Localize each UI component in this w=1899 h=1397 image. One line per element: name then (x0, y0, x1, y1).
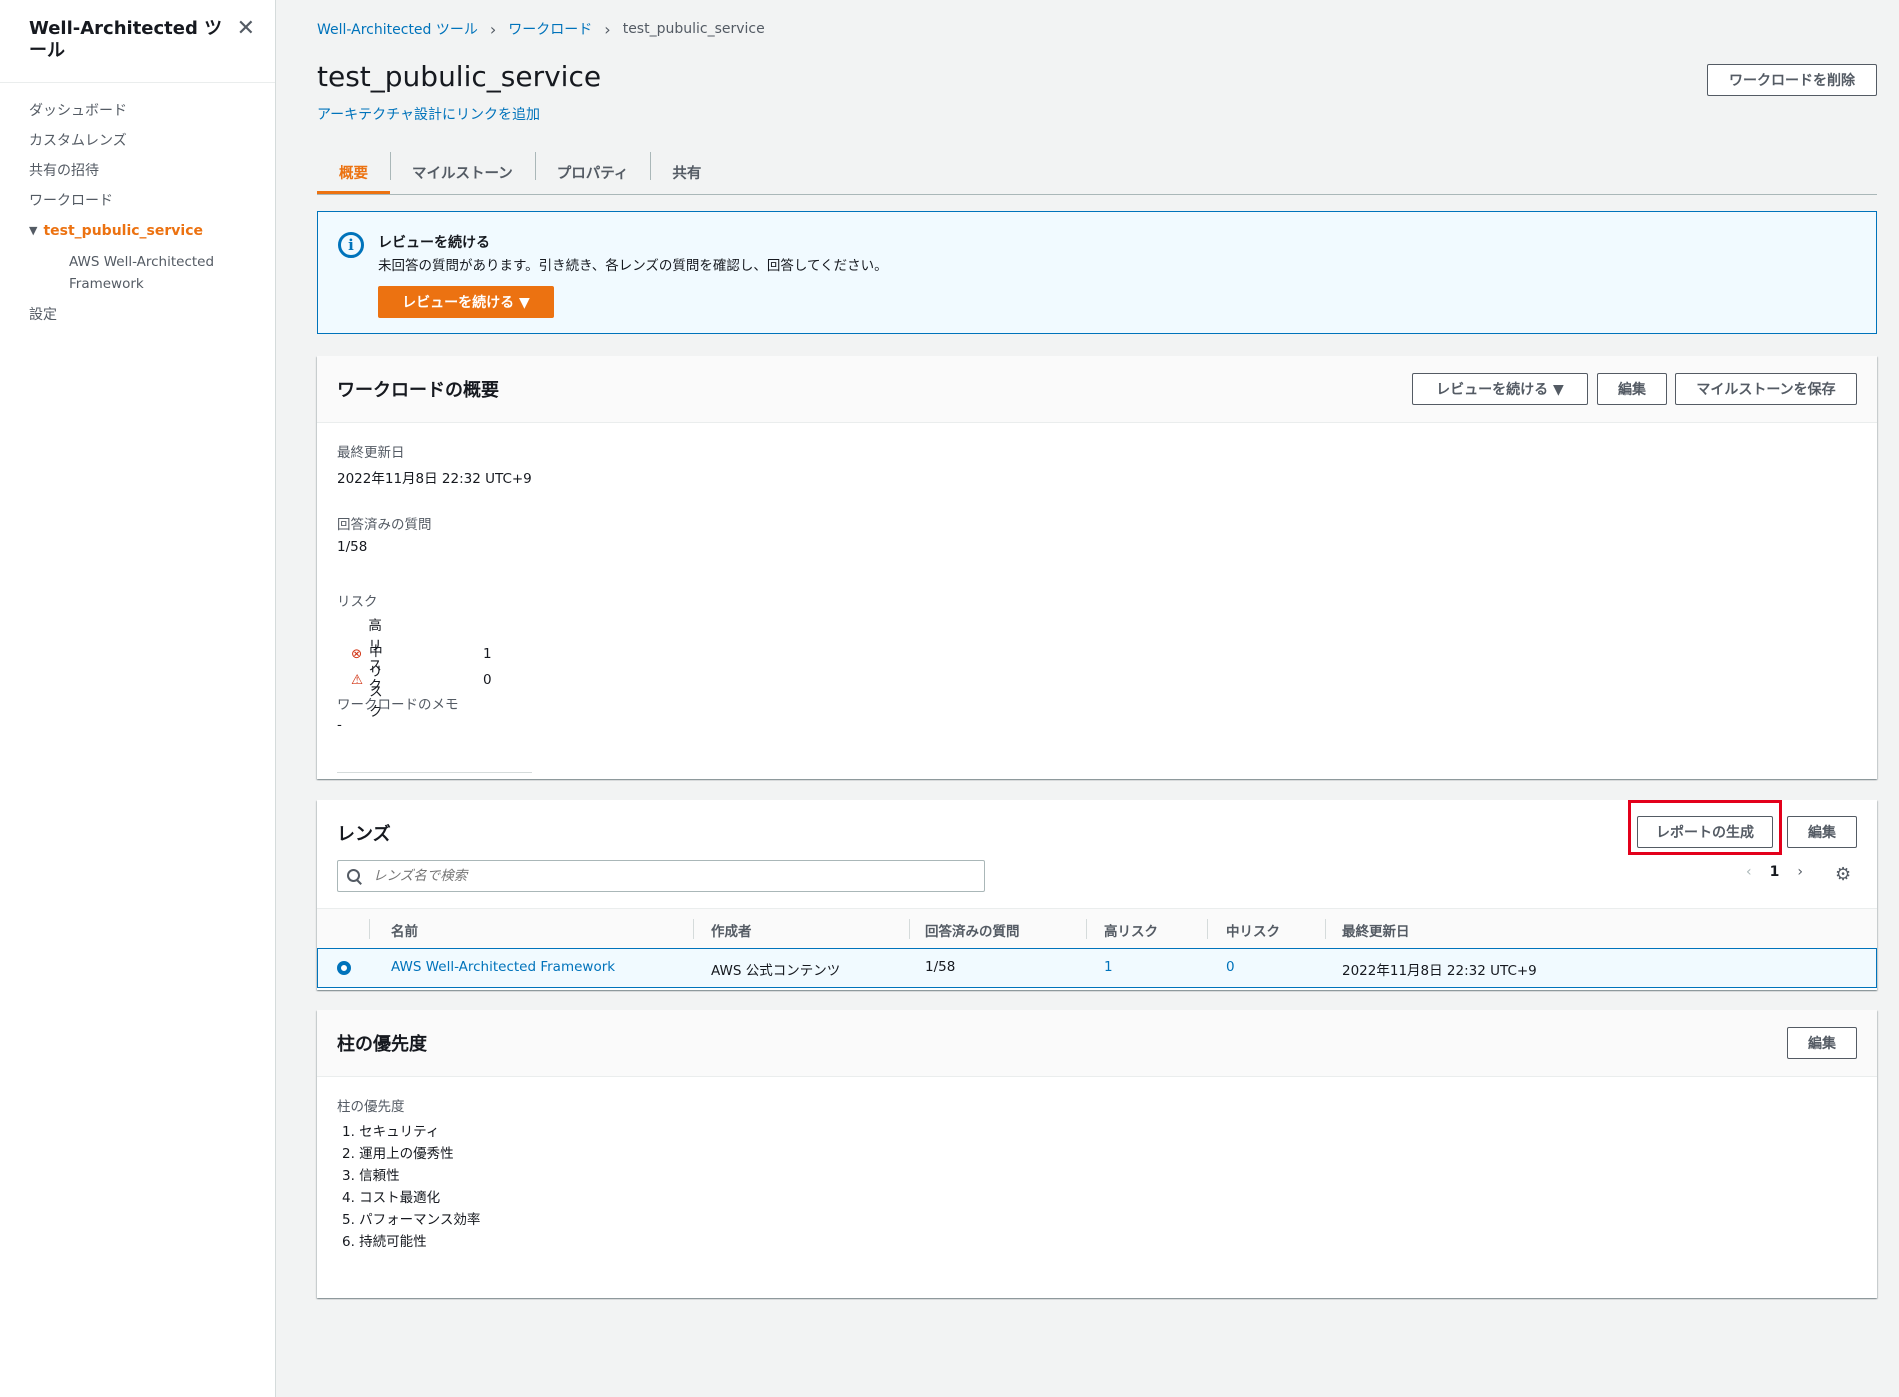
sidebar-subitem-framework[interactable]: AWS Well-Architected Framework (69, 251, 259, 295)
save-milestone-button[interactable]: マイルストーンを保存 (1675, 373, 1857, 405)
continue-review-dropdown-button[interactable]: レビューを続ける ▼ (1412, 373, 1588, 405)
high-risk-value: 1 (483, 646, 492, 662)
divider (337, 772, 532, 773)
delete-workload-button[interactable]: ワークロードを削除 (1707, 64, 1877, 96)
search-icon (347, 869, 361, 883)
sidebar-title: Well-Architected ツール (29, 18, 223, 61)
table-header: 名前 作成者 回答済みの質問 高リスク 中リスク 最終更新日 (317, 908, 1877, 950)
memo-label: ワークロードのメモ (337, 697, 459, 713)
sidebar-item-settings[interactable]: 設定 (29, 305, 275, 325)
edit-button[interactable]: 編集 (1787, 1027, 1857, 1059)
last-updated-value: 2022年11月8日 22:32 UTC+9 (337, 471, 532, 487)
close-icon[interactable]: ✕ (237, 16, 255, 41)
pagination: ‹ 1 › (1737, 864, 1812, 880)
risk-label: リスク (337, 594, 378, 610)
tab-properties[interactable]: プロパティ (534, 150, 651, 194)
lens-high-risk-link[interactable]: 1 (1104, 959, 1113, 975)
page-title: test_pubulic_service (317, 60, 602, 93)
list-item: 3. 信頼性 (342, 1168, 400, 1184)
edit-button[interactable]: 編集 (1597, 373, 1667, 405)
workload-overview-panel: ワークロードの概要 レビューを続ける ▼ 編集 マイルストーンを保存 最終更新日… (317, 356, 1877, 779)
column-header-updated[interactable]: 最終更新日 (1342, 920, 1410, 940)
gear-icon[interactable]: ⚙ (1835, 864, 1851, 885)
column-header-mid-risk[interactable]: 中リスク (1226, 920, 1280, 940)
caret-down-icon[interactable]: ▼ (29, 221, 37, 241)
column-header-answered[interactable]: 回答済みの質問 (925, 920, 1020, 940)
chevron-right-icon: › (489, 19, 497, 39)
column-header-name[interactable]: 名前 (391, 920, 418, 940)
chevron-left-icon[interactable]: ‹ (1746, 864, 1752, 880)
sidebar-item-label: test_pubulic_service (43, 223, 204, 239)
sidebar-nav: ダッシュボード カスタムレンズ 共有の招待 ワークロード ▼ test_pubu… (0, 83, 275, 325)
sidebar-item-custom-lens[interactable]: カスタムレンズ (29, 131, 275, 151)
tab-share[interactable]: 共有 (650, 150, 723, 194)
mid-risk-value: 0 (483, 672, 492, 688)
answered-value: 1/58 (337, 539, 368, 555)
lens-author: AWS 公式コンテンツ (711, 963, 841, 979)
side-navigation: Well-Architected ツール ✕ ダッシュボード カスタムレンズ 共… (0, 0, 276, 1397)
list-item: 4. コスト最適化 (342, 1190, 441, 1206)
generate-report-button[interactable]: レポートの生成 (1637, 816, 1773, 848)
panel-header: ワークロードの概要 レビューを続ける ▼ 編集 マイルストーンを保存 (317, 356, 1877, 423)
last-updated-label: 最終更新日 (337, 445, 405, 461)
edit-button[interactable]: 編集 (1787, 816, 1857, 848)
lens-search[interactable] (337, 860, 985, 892)
continue-review-button[interactable]: レビューを続ける ▼ (378, 286, 554, 318)
column-divider (693, 919, 694, 939)
breadcrumb: Well-Architected ツール › ワークロード › test_pub… (317, 19, 765, 39)
info-text: 未回答の質問があります。引き続き、各レンズの質問を確認し、回答してください。 (378, 258, 888, 274)
search-input[interactable] (371, 867, 935, 885)
column-divider (369, 919, 370, 939)
warning-icon: ⚠ (351, 672, 364, 688)
breadcrumb-link-tool[interactable]: Well-Architected ツール (317, 19, 478, 39)
pillar-body: 柱の優先度 1. セキュリティ 2. 運用上の優秀性 3. 信頼性 4. コスト… (337, 1095, 480, 1253)
sidebar-item-dashboard[interactable]: ダッシュボード (29, 101, 275, 121)
panel-title: 柱の優先度 (337, 1034, 427, 1055)
answered-label: 回答済みの質問 (337, 517, 432, 533)
list-item: 6. 持続可能性 (342, 1234, 427, 1250)
info-alert: i レビューを続ける 未回答の質問があります。引き続き、各レンズの質問を確認し、… (317, 211, 1877, 334)
sidebar-item-active-workload[interactable]: ▼ test_pubulic_service (29, 221, 275, 241)
sidebar-item-share-invites[interactable]: 共有の招待 (29, 161, 275, 181)
column-divider (1086, 919, 1087, 939)
memo-value: - (337, 717, 342, 733)
column-header-author[interactable]: 作成者 (711, 920, 752, 940)
radio-selected[interactable] (337, 961, 351, 975)
breadcrumb-current: test_pubulic_service (622, 21, 765, 37)
column-divider (1325, 919, 1326, 939)
list-item: 1. セキュリティ (342, 1124, 440, 1140)
panel-title: ワークロードの概要 (337, 380, 499, 401)
info-title: レビューを続ける (378, 235, 490, 251)
pillar-list: 1. セキュリティ 2. 運用上の優秀性 3. 信頼性 4. コスト最適化 5.… (337, 1121, 480, 1253)
lens-updated: 2022年11月8日 22:32 UTC+9 (1342, 963, 1537, 979)
column-divider (909, 919, 910, 939)
chevron-right-icon: › (604, 19, 611, 39)
lens-answered: 1/58 (925, 959, 956, 975)
table-row[interactable]: AWS Well-Architected Framework AWS 公式コンテ… (317, 948, 1877, 988)
chevron-right-icon[interactable]: › (1797, 864, 1803, 880)
sidebar-header: Well-Architected ツール ✕ (0, 0, 275, 83)
pillar-label: 柱の優先度 (337, 1099, 405, 1115)
pillar-priority-panel: 柱の優先度 編集 柱の優先度 1. セキュリティ 2. 運用上の優秀性 3. 信… (317, 1010, 1877, 1298)
tab-milestones[interactable]: マイルストーン (390, 150, 535, 194)
lens-panel: レンズ レポートの生成 編集 ‹ 1 › ⚙ 名前 作成者 回答済みの質問 高リ… (317, 800, 1877, 990)
list-item: 2. 運用上の優秀性 (342, 1146, 454, 1162)
breadcrumb-link-workloads[interactable]: ワークロード (508, 19, 592, 39)
lens-name-link[interactable]: AWS Well-Architected Framework (391, 959, 615, 975)
tab-overview[interactable]: 概要 (317, 150, 390, 194)
add-architecture-link[interactable]: アーキテクチャ設計にリンクを追加 (317, 104, 540, 124)
lens-mid-risk-link[interactable]: 0 (1226, 959, 1235, 975)
info-icon: i (338, 232, 364, 258)
page-number[interactable]: 1 (1770, 864, 1780, 880)
list-item: 5. パフォーマンス効率 (342, 1212, 481, 1228)
column-header-high-risk[interactable]: 高リスク (1104, 920, 1158, 940)
tab-bar: 概要 マイルストーン プロパティ 共有 (317, 150, 1877, 195)
column-divider (1207, 919, 1208, 939)
panel-header: 柱の優先度 編集 (317, 1010, 1877, 1077)
panel-title: レンズ (337, 824, 391, 845)
sidebar-item-workloads[interactable]: ワークロード (29, 191, 275, 211)
